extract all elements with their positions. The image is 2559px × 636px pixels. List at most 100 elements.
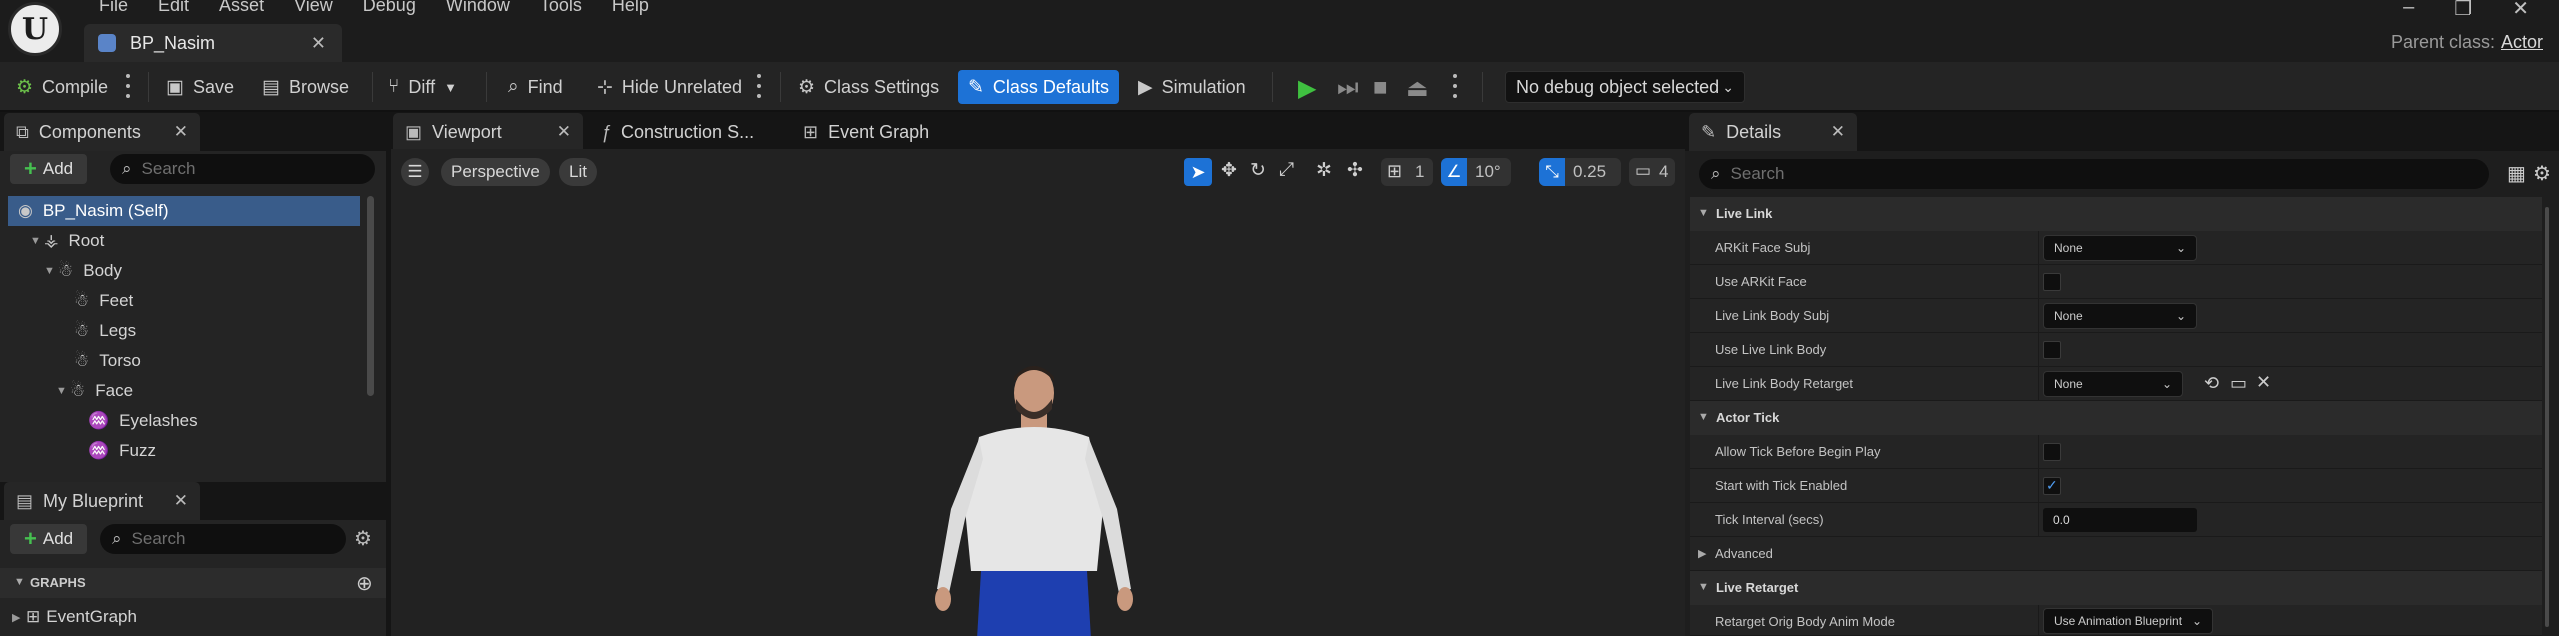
close-icon[interactable]: ✕ <box>174 122 188 142</box>
minimize-icon[interactable]: – <box>2403 0 2414 21</box>
menu-asset[interactable]: Asset <box>204 0 279 16</box>
menu-view[interactable]: View <box>279 0 348 16</box>
eject-icon[interactable]: ⏏ <box>1406 74 1429 103</box>
save-button[interactable]: ▣ Save <box>166 70 234 104</box>
restore-icon[interactable]: ❐ <box>2454 0 2472 21</box>
world-local-icon[interactable]: ✲ <box>1316 159 1332 182</box>
category-live-retarget[interactable]: ▼ Live Retarget <box>1690 571 2542 605</box>
close-icon[interactable]: ✕ <box>174 491 188 511</box>
translate-icon[interactable]: ✥ <box>1221 159 1237 182</box>
close-icon[interactable]: ✕ <box>1831 122 1845 142</box>
select-mode-icon[interactable]: ➤ <box>1184 158 1212 186</box>
viewport-menu-icon[interactable]: ☰ <box>401 158 429 186</box>
tree-item-fuzz[interactable]: ♒ Fuzz <box>88 436 156 466</box>
play-icon[interactable]: ▶ <box>1298 74 1316 103</box>
expand-arrow-icon[interactable]: ▼ <box>44 265 58 277</box>
expand-arrow-icon[interactable]: ▼ <box>56 385 70 397</box>
tree-item-root[interactable]: ▼ ⚶ Root <box>30 226 104 256</box>
scale-snap-toggle[interactable]: ⤡ 0.25 <box>1539 158 1621 186</box>
tab-details[interactable]: ✎ Details ✕ <box>1689 113 1857 151</box>
category-live-link[interactable]: ▼ Live Link <box>1690 197 2542 231</box>
clear-icon[interactable]: ✕ <box>2256 372 2271 393</box>
allow-tick-before-begin-play-checkbox[interactable] <box>2043 443 2061 461</box>
tree-item-body[interactable]: ▼ ☃ Body <box>44 256 122 286</box>
row-advanced[interactable]: ▶ Advanced <box>1690 537 2542 571</box>
tree-item-eyelashes[interactable]: ♒ Eyelashes <box>88 406 198 436</box>
tick-interval-input[interactable]: 0.0 <box>2043 508 2197 532</box>
tab-my-blueprint[interactable]: ▤ My Blueprint ✕ <box>4 482 200 520</box>
menu-edit[interactable]: Edit <box>143 0 204 16</box>
stop-icon[interactable]: ■ <box>1373 74 1388 102</box>
details-search-input[interactable]: ⌕ Search <box>1699 159 2489 189</box>
menu-window[interactable]: Window <box>431 0 525 16</box>
step-icon[interactable]: ⏭ <box>1337 74 1359 102</box>
my-blueprint-search-input[interactable]: ⌕ Search <box>100 524 346 554</box>
diff-button[interactable]: ⑂ Diff ▼ <box>388 70 457 104</box>
simulation-button[interactable]: ▶ Simulation <box>1138 70 1246 104</box>
tree-item-face[interactable]: ▼ ☃ Face <box>56 376 133 406</box>
live-link-body-retarget-dropdown[interactable]: None ⌄ <box>2043 371 2183 397</box>
expand-arrow-icon[interactable]: ▶ <box>12 611 26 624</box>
debug-object-dropdown[interactable]: No debug object selected ⌄ <box>1505 71 1745 103</box>
graph-item-eventgraph[interactable]: ▶ ⊞ EventGraph <box>12 602 137 632</box>
add-component-button[interactable]: + Add <box>10 154 88 184</box>
lit-button[interactable]: Lit <box>559 158 597 186</box>
menu-help[interactable]: Help <box>597 0 664 16</box>
arkit-face-subj-dropdown[interactable]: None ⌄ <box>2043 235 2197 261</box>
tree-item-legs[interactable]: ☃ Legs <box>74 316 136 346</box>
hide-unrelated-button[interactable]: ⊹ Hide Unrelated <box>597 70 742 104</box>
compile-button[interactable]: ⚙ Compile <box>16 70 108 104</box>
start-with-tick-enabled-checkbox[interactable] <box>2043 477 2061 495</box>
document-tab[interactable]: BP_Nasim ✕ <box>84 24 342 62</box>
property-matrix-icon[interactable]: ▦ <box>2507 161 2526 186</box>
class-defaults-button[interactable]: ✎ Class Defaults <box>958 70 1119 104</box>
surface-snap-icon[interactable]: ✣ <box>1347 159 1363 182</box>
viewport[interactable]: ☰ Perspective Lit ➤ ✥ ↻ ⤢ ✲ ✣ ⊞ 1 ∠ 10° … <box>391 149 1685 636</box>
compile-options-icon[interactable] <box>126 74 130 98</box>
close-tab-icon[interactable]: ✕ <box>311 33 326 54</box>
parent-class-link[interactable]: Actor <box>2501 32 2543 52</box>
unreal-logo-icon[interactable]: U <box>8 2 62 56</box>
browse-asset-icon[interactable]: ▭ <box>2230 373 2247 394</box>
tree-item-self[interactable]: ◉ BP_Nasim (Self) <box>8 196 360 226</box>
settings-gear-icon[interactable]: ⚙ <box>354 526 372 551</box>
retarget-orig-body-anim-mode-dropdown[interactable]: Use Animation Blueprint ⌄ <box>2043 608 2213 634</box>
hide-unrelated-options-icon[interactable] <box>757 74 761 98</box>
components-scrollbar[interactable] <box>367 196 374 396</box>
find-button[interactable]: ⌕ Find <box>508 70 563 104</box>
add-graph-icon[interactable]: ⊕ <box>356 571 373 596</box>
scale-icon[interactable]: ⤢ <box>1279 159 1294 181</box>
rotation-snap-toggle[interactable]: ∠ 10° <box>1441 158 1511 186</box>
tab-viewport[interactable]: ▣ Viewport ✕ <box>393 113 583 151</box>
tab-construction-script[interactable]: ƒ Construction S... <box>601 113 754 151</box>
tab-event-graph[interactable]: ⊞ Event Graph <box>803 113 929 151</box>
menu-debug[interactable]: Debug <box>348 0 431 16</box>
components-search-input[interactable]: ⌕ Search <box>110 154 375 184</box>
class-settings-button[interactable]: ⚙ Class Settings <box>798 70 939 104</box>
add-member-button[interactable]: + Add <box>10 524 88 554</box>
expand-arrow-icon[interactable]: ▼ <box>30 235 44 247</box>
play-options-icon[interactable] <box>1453 74 1457 98</box>
details-scrollbar[interactable] <box>2545 207 2549 627</box>
close-icon[interactable]: ✕ <box>557 122 571 142</box>
perspective-button[interactable]: Perspective <box>441 158 550 186</box>
tab-components[interactable]: ⧉ Components ✕ <box>4 113 200 151</box>
close-window-icon[interactable]: ✕ <box>2512 0 2529 21</box>
category-actor-tick[interactable]: ▼ Actor Tick <box>1690 401 2542 435</box>
menu-file[interactable]: File <box>84 0 143 16</box>
property-label: Start with Tick Enabled <box>1715 478 1848 493</box>
use-selected-icon[interactable]: ⟲ <box>2204 373 2219 394</box>
camera-speed-button[interactable]: ▭ 4 <box>1629 158 1675 186</box>
tree-item-torso[interactable]: ☃ Torso <box>74 346 141 376</box>
grid-snap-toggle[interactable]: ⊞ 1 <box>1381 158 1433 186</box>
use-live-link-body-checkbox[interactable] <box>2043 341 2061 359</box>
rotate-icon[interactable]: ↻ <box>1250 159 1266 182</box>
tree-item-feet[interactable]: ☃ Feet <box>74 286 133 316</box>
live-link-body-subj-dropdown[interactable]: None ⌄ <box>2043 303 2197 329</box>
menu-tools[interactable]: Tools <box>525 0 597 16</box>
character-mesh[interactable] <box>871 359 1191 636</box>
browse-button[interactable]: ▤ Browse <box>262 70 349 104</box>
use-arkit-face-checkbox[interactable] <box>2043 273 2061 291</box>
graphs-section-header[interactable]: ▼ GRAPHS ⊕ <box>0 568 386 598</box>
settings-gear-icon[interactable]: ⚙ <box>2533 161 2551 186</box>
